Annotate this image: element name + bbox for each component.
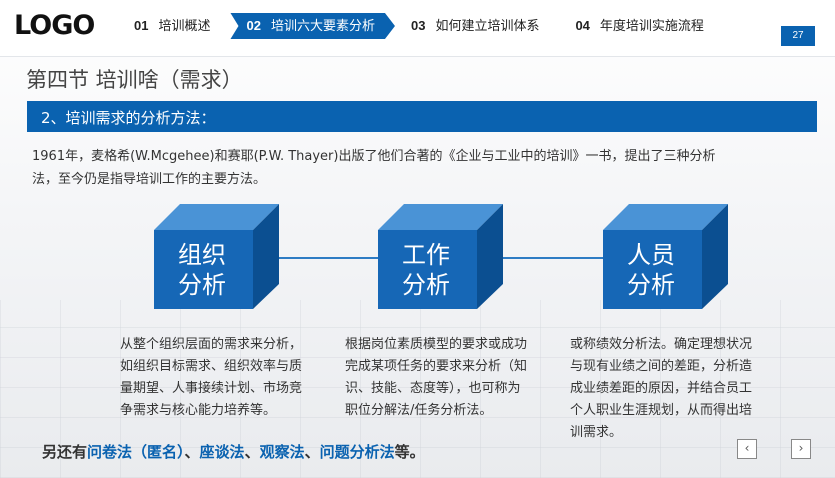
tab-build-system[interactable]: 03 如何建立培训体系 — [395, 13, 559, 39]
chevron-left-icon: ‹ — [744, 441, 750, 455]
chevron-right-icon: › — [798, 441, 804, 455]
cube-label-line: 分析 — [627, 271, 675, 299]
next-slide-button[interactable]: › — [791, 439, 811, 459]
footer-suffix: 等。 — [394, 443, 425, 461]
job-analysis-description: 根据岗位素质模型的要求或成功完成某项任务的要求来分析（知识、技能、态度等），也可… — [345, 337, 528, 418]
tab-label: 年度培训实施流程 — [599, 19, 704, 34]
cube-label-line: 工作 — [402, 241, 450, 269]
tab-label: 如何建立培训体系 — [435, 19, 540, 34]
cube-person-analysis: 人员 分析 — [603, 204, 728, 309]
tab-label: 培训六大要素分析 — [270, 19, 375, 34]
cube-label: 人员 分析 — [603, 240, 699, 300]
footer-method: 问卷法（匿名） — [87, 443, 185, 461]
person-analysis-description: 或称绩效分析法。确定理想状况与现有业绩之间的差距，分析造成业绩差距的原因，并结合… — [570, 337, 753, 440]
footer-separator: 、 — [244, 443, 260, 461]
tab-overview[interactable]: 01 培训概述 — [118, 13, 230, 39]
cube-label: 组织 分析 — [154, 240, 250, 300]
tab-label: 培训概述 — [158, 19, 211, 34]
subsection-title: 2、培训需求的分析方法： — [41, 109, 216, 127]
tab-number: 01 — [134, 18, 149, 33]
logo: LOGO — [14, 10, 95, 41]
tab-annual-process[interactable]: 04 年度培训实施流程 — [559, 13, 723, 39]
cube-label: 工作 分析 — [378, 240, 474, 300]
tab-number: 02 — [246, 18, 261, 33]
footer-prefix: 另还有 — [42, 443, 88, 461]
tab-number: 03 — [410, 18, 426, 33]
section-title: 第四节 培训啥（需求） — [26, 68, 243, 92]
top-navigation-bar: LOGO 01 培训概述 02 培训六大要素分析 03 如何建立培训体系 04 年度培训… — [0, 0, 835, 57]
cube-label-line: 人员 — [627, 241, 675, 269]
tab-six-elements[interactable]: 02 培训六大要素分析 — [230, 13, 394, 39]
cube-label-line: 分析 — [402, 271, 450, 299]
footer-method: 问题分析法 — [319, 443, 395, 461]
footer-method: 观察法 — [259, 443, 305, 461]
footer-separator: 、 — [184, 443, 200, 461]
intro-paragraph: 1961年，麦格希(W.Mcgehee)和赛耶(P.W. Thayer)出版了他… — [32, 149, 716, 187]
cube-label-line: 组织 — [178, 241, 226, 269]
subsection-header: 2、培训需求的分析方法： — [27, 101, 817, 132]
cube-label-line: 分析 — [178, 271, 226, 299]
tab-number: 04 — [575, 18, 590, 33]
footer-method: 座谈法 — [199, 443, 245, 461]
footer-note: 另还有问卷法（匿名）、座谈法、观察法、问题分析法等。 — [42, 441, 425, 462]
previous-slide-button[interactable]: ‹ — [737, 439, 757, 459]
cube-job-analysis: 工作 分析 — [378, 204, 503, 309]
footer-separator: 、 — [304, 443, 320, 461]
organization-analysis-description: 从整个组织层面的需求来分析，如组织目标需求、组织效率与质量期望、人事接续计划、市… — [120, 337, 303, 418]
section-tabs: 01 培训概述 02 培训六大要素分析 03 如何建立培训体系 04 年度培训实施流程 — [118, 13, 724, 39]
cube-organization-analysis: 组织 分析 — [154, 204, 279, 309]
page-number-badge: 27 — [781, 26, 815, 46]
